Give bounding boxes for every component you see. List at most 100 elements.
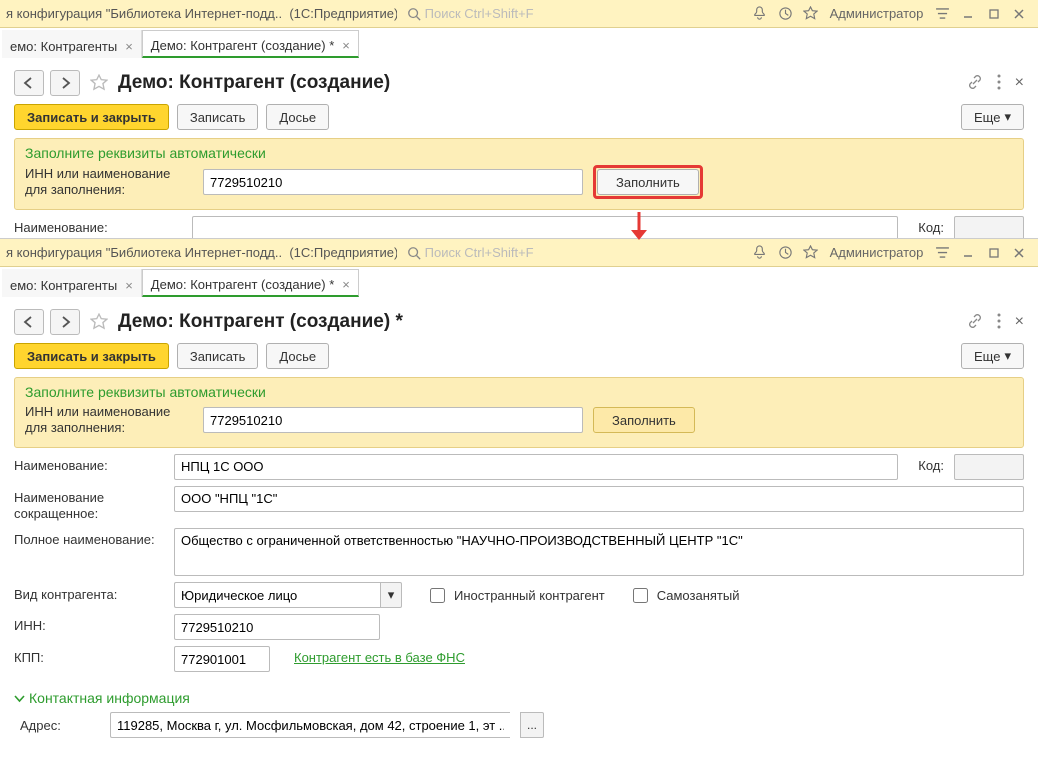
address-input[interactable]	[110, 712, 510, 738]
global-search[interactable]: Поиск Ctrl+Shift+F	[407, 245, 747, 260]
tab-form[interactable]: Демо: Контрагент (создание) * ×	[142, 269, 359, 297]
tab-list[interactable]: емо: Контрагенты ×	[2, 30, 142, 58]
search-placeholder: Поиск Ctrl+Shift+F	[425, 245, 534, 260]
bell-icon[interactable]	[749, 3, 771, 25]
star-icon[interactable]	[800, 242, 822, 264]
autofill-panel: Заполните реквизиты автоматически ИНН ил…	[14, 138, 1024, 210]
close-page-button[interactable]: ×	[1015, 313, 1024, 331]
kpp-label: КПП:	[14, 646, 164, 666]
tabs-bar-2: емо: Контрагенты × Демо: Контрагент (соз…	[0, 267, 1038, 297]
address-more-button[interactable]: ...	[520, 712, 544, 738]
titlebar: я конфигурация "Библиотека Интернет-подд…	[0, 0, 1038, 28]
forward-button[interactable]	[50, 309, 80, 335]
user-name[interactable]: Администратор	[830, 245, 924, 260]
close-icon[interactable]: ×	[342, 38, 350, 53]
more-button[interactable]: Еще▾	[961, 343, 1024, 369]
close-icon[interactable]: ×	[342, 277, 350, 292]
contact-section-title[interactable]: Контактная информация	[14, 690, 1024, 706]
code-label: Код:	[918, 216, 944, 235]
search-placeholder: Поиск Ctrl+Shift+F	[425, 6, 534, 21]
close-window-button[interactable]	[1008, 242, 1030, 264]
config-name: я конфигурация "Библиотека Интернет-подд…	[6, 245, 281, 260]
close-icon[interactable]: ×	[125, 278, 133, 293]
history-icon[interactable]	[774, 242, 796, 264]
code-input[interactable]	[954, 216, 1024, 238]
close-icon[interactable]: ×	[125, 39, 133, 54]
name-label: Наименование:	[14, 454, 164, 474]
autofill-label: ИНН или наименование для заполнения:	[25, 166, 193, 199]
bell-icon[interactable]	[749, 242, 771, 264]
minimize-button[interactable]	[957, 3, 979, 25]
more-button[interactable]: Еще▾	[961, 104, 1024, 130]
page-title: Демо: Контрагент (создание) *	[118, 311, 403, 333]
user-name[interactable]: Администратор	[830, 6, 924, 21]
fill-button[interactable]: Заполнить	[593, 407, 695, 433]
inn-input[interactable]	[174, 614, 380, 640]
dropdown-icon[interactable]: ▾	[380, 582, 402, 608]
kpp-input[interactable]	[174, 646, 270, 672]
save-button[interactable]: Записать	[177, 104, 259, 130]
minimize-button[interactable]	[957, 242, 979, 264]
back-button[interactable]	[14, 70, 44, 96]
maximize-button[interactable]	[983, 242, 1005, 264]
autofill-input[interactable]	[203, 407, 583, 433]
app-name: (1С:Предприятие)	[289, 245, 396, 260]
address-label: Адрес:	[20, 718, 100, 733]
kind-select[interactable]	[174, 582, 380, 608]
dossier-button[interactable]: Досье	[266, 104, 329, 130]
app-name: (1С:Предприятие)	[289, 6, 396, 21]
save-and-close-button[interactable]: Записать и закрыть	[14, 104, 169, 130]
titlebar-2: я конфигурация "Библиотека Интернет-подд…	[0, 239, 1038, 267]
forward-button[interactable]	[50, 70, 80, 96]
tab-list-label: емо: Контрагенты	[10, 278, 117, 293]
save-button[interactable]: Записать	[177, 343, 259, 369]
tab-list[interactable]: емо: Контрагенты ×	[2, 269, 142, 297]
arrow-icon	[627, 212, 651, 242]
close-page-button[interactable]: ×	[1015, 74, 1024, 92]
back-button[interactable]	[14, 309, 44, 335]
name-input[interactable]	[192, 216, 898, 238]
fns-link[interactable]: Контрагент есть в базе ФНС	[294, 646, 465, 665]
kind-label: Вид контрагента:	[14, 587, 164, 603]
menu-icon[interactable]	[931, 242, 953, 264]
tabs-bar: емо: Контрагенты × Демо: Контрагент (соз…	[0, 28, 1038, 58]
autofill-title: Заполните реквизиты автоматически	[25, 384, 1013, 400]
global-search[interactable]: Поиск Ctrl+Shift+F	[407, 6, 747, 21]
chevron-down-icon	[14, 693, 25, 704]
history-icon[interactable]	[774, 3, 796, 25]
code-input[interactable]	[954, 454, 1024, 480]
close-window-button[interactable]	[1008, 3, 1030, 25]
maximize-button[interactable]	[983, 3, 1005, 25]
tab-form-label: Демо: Контрагент (создание) *	[151, 277, 334, 292]
autofill-label: ИНН или наименование для заполнения:	[25, 404, 193, 437]
foreign-checkbox[interactable]: Иностранный контрагент	[426, 585, 605, 606]
autofill-input[interactable]	[203, 169, 583, 195]
favorite-star-icon[interactable]	[86, 70, 112, 96]
tab-form[interactable]: Демо: Контрагент (создание) * ×	[142, 30, 359, 58]
menu-icon[interactable]	[931, 3, 953, 25]
full-name-input[interactable]	[174, 528, 1024, 576]
save-and-close-button[interactable]: Записать и закрыть	[14, 343, 169, 369]
short-name-input[interactable]	[174, 486, 1024, 512]
tab-form-label: Демо: Контрагент (создание) *	[151, 38, 334, 53]
link-icon[interactable]	[967, 313, 983, 332]
form-page-2: Демо: Контрагент (создание) * × Записать…	[0, 297, 1038, 748]
link-icon[interactable]	[967, 74, 983, 93]
fill-button[interactable]: Заполнить	[597, 169, 699, 195]
search-icon	[407, 7, 421, 21]
fill-highlight: Заполнить	[593, 165, 703, 199]
kebab-icon[interactable]	[997, 313, 1001, 332]
self-employed-checkbox[interactable]: Самозанятый	[629, 585, 740, 606]
favorite-star-icon[interactable]	[86, 309, 112, 335]
inn-label: ИНН:	[14, 614, 164, 634]
star-icon[interactable]	[800, 3, 822, 25]
kebab-icon[interactable]	[997, 74, 1001, 93]
code-label: Код:	[918, 454, 944, 473]
short-name-label: Наименование сокращенное:	[14, 486, 164, 523]
name-input[interactable]	[174, 454, 898, 480]
autofill-panel: Заполните реквизиты автоматически ИНН ил…	[14, 377, 1024, 448]
name-label: Наименование:	[14, 216, 182, 236]
full-name-label: Полное наименование:	[14, 528, 164, 548]
dossier-button[interactable]: Досье	[266, 343, 329, 369]
tab-list-label: емо: Контрагенты	[10, 39, 117, 54]
